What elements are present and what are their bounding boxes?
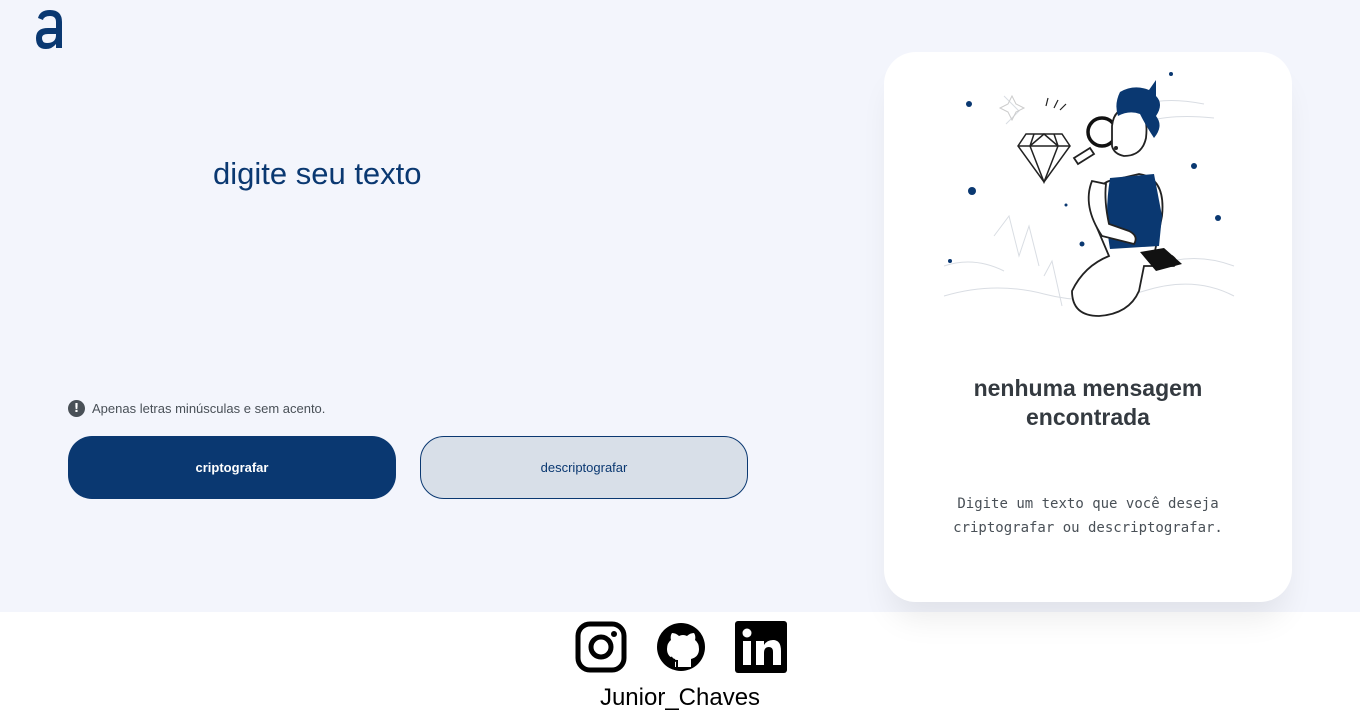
instagram-icon[interactable] (575, 621, 627, 673)
output-card: nenhuma mensagem encontrada Digite um te… (884, 52, 1292, 602)
hint: ! Apenas letras minúsculas e sem acento. (68, 399, 325, 417)
linkedin-icon[interactable] (735, 621, 787, 673)
no-message-text: Digite um texto que você deseja criptogr… (953, 496, 1223, 536)
person-with-magnifying-glass-illustration (943, 72, 1235, 317)
decrypt-button[interactable]: descriptografar (420, 436, 748, 499)
exclamation-circle-icon: ! (68, 399, 85, 417)
hint-text: Apenas letras minúsculas e sem acento. (92, 400, 326, 416)
social-links (575, 621, 787, 673)
message-input[interactable] (213, 150, 773, 350)
github-icon[interactable] (655, 621, 707, 673)
no-message-title: nenhuma mensagem encontrada (973, 375, 1203, 430)
alura-logo-icon[interactable] (34, 8, 66, 50)
author-name: Junior_Chaves (599, 684, 761, 711)
encrypt-button[interactable]: criptografar (68, 436, 396, 499)
main-area: ! Apenas letras minúsculas e sem acento.… (0, 0, 1360, 612)
